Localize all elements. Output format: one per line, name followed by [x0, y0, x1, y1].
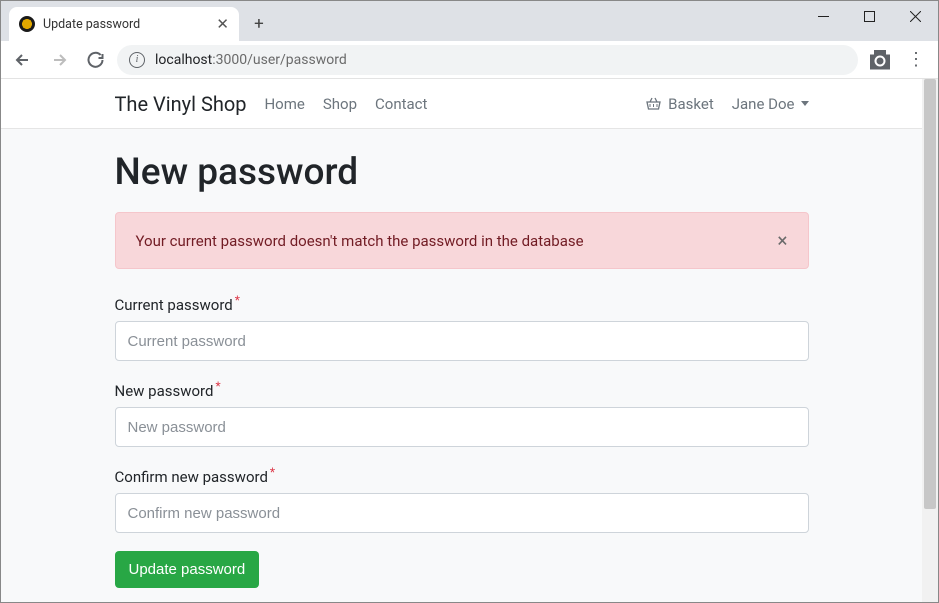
browser-tab[interactable]: Update password ✕	[9, 7, 239, 41]
field-current-password: Current password*	[115, 293, 809, 361]
vertical-scrollbar[interactable]	[922, 79, 938, 602]
arrow-right-icon	[50, 51, 68, 69]
basket-icon	[646, 97, 661, 110]
profile-button[interactable]	[866, 46, 894, 74]
browser-toolbar: i localhost:3000/user/password ⋮	[1, 41, 938, 79]
site-info-icon[interactable]: i	[129, 52, 145, 68]
scroll-thumb[interactable]	[924, 79, 936, 509]
browser-menu-button[interactable]: ⋮	[902, 49, 930, 70]
close-tab-icon[interactable]: ✕	[216, 15, 229, 33]
required-indicator: *	[215, 379, 220, 393]
page-viewport: The Vinyl Shop Home Shop Contact Basket …	[1, 79, 938, 602]
browser-tab-strip: Update password ✕ +	[1, 1, 938, 41]
arrow-left-icon	[14, 51, 32, 69]
chevron-down-icon	[801, 101, 809, 106]
confirm-password-label: Confirm new password*	[115, 468, 276, 486]
reload-icon	[87, 51, 104, 68]
field-confirm-password: Confirm new password*	[115, 465, 809, 533]
nav-link-contact[interactable]: Contact	[375, 95, 427, 113]
user-menu[interactable]: Jane Doe	[732, 95, 809, 113]
alert-close-button[interactable]: ×	[777, 229, 787, 252]
back-button[interactable]	[9, 46, 37, 74]
window-controls	[800, 1, 938, 31]
page-title: New password	[115, 151, 809, 194]
brand-link[interactable]: The Vinyl Shop	[115, 92, 247, 116]
user-name: Jane Doe	[732, 95, 795, 113]
nav-link-shop[interactable]: Shop	[323, 95, 357, 113]
basket-label: Basket	[668, 95, 714, 113]
maximize-button[interactable]	[846, 1, 892, 31]
new-password-label: New password*	[115, 382, 221, 400]
tab-title: Update password	[43, 17, 208, 32]
new-password-input[interactable]	[115, 407, 809, 447]
nav-link-home[interactable]: Home	[264, 95, 304, 113]
new-tab-button[interactable]: +	[245, 10, 273, 38]
reload-button[interactable]	[81, 46, 109, 74]
favicon-icon	[19, 16, 35, 32]
close-icon	[910, 11, 921, 22]
required-indicator: *	[235, 293, 240, 307]
alert-message: Your current password doesn't match the …	[136, 232, 778, 250]
current-password-label: Current password*	[115, 296, 240, 314]
confirm-password-input[interactable]	[115, 493, 809, 533]
forward-button[interactable]	[45, 46, 73, 74]
main-content: New password Your current password doesn…	[115, 129, 809, 588]
field-new-password: New password*	[115, 379, 809, 447]
required-indicator: *	[270, 465, 275, 479]
site-navbar: The Vinyl Shop Home Shop Contact Basket …	[1, 79, 922, 129]
maximize-icon	[864, 11, 875, 22]
url-text: localhost:3000/user/password	[155, 52, 347, 68]
profile-icon	[870, 50, 890, 70]
basket-link[interactable]: Basket	[646, 95, 714, 113]
kebab-icon: ⋮	[907, 49, 925, 70]
minimize-icon	[818, 16, 829, 17]
update-password-button[interactable]: Update password	[115, 551, 260, 588]
minimize-button[interactable]	[800, 1, 846, 31]
close-window-button[interactable]	[892, 1, 938, 31]
address-bar[interactable]: i localhost:3000/user/password	[117, 45, 858, 75]
error-alert: Your current password doesn't match the …	[115, 212, 809, 269]
current-password-input[interactable]	[115, 321, 809, 361]
